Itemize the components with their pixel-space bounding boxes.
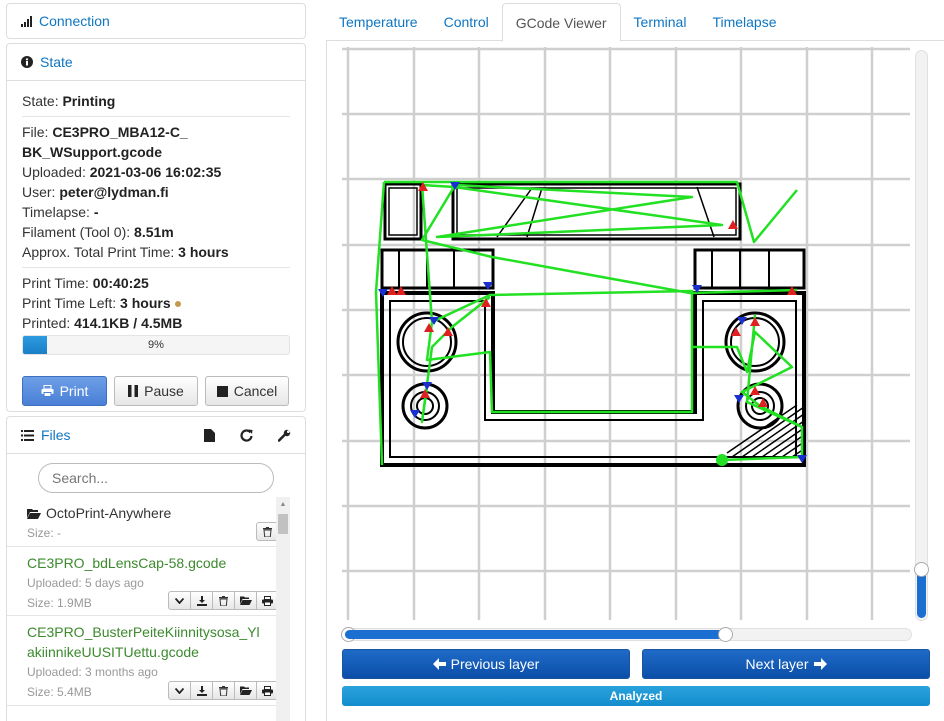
state-uploaded: Uploaded: 2021-03-06 16:02:35: [22, 164, 222, 180]
trash-icon: [219, 685, 228, 696]
file-name[interactable]: CE3PRO_bdLensCap-58.gcode: [27, 553, 279, 573]
download-icon: [196, 685, 207, 696]
printer-icon: [262, 685, 273, 696]
file-item[interactable]: CE3PRO_BusterPeiteKiinnitysosa_Ylakiinni…: [7, 616, 289, 706]
cancel-button[interactable]: Cancel: [205, 376, 289, 406]
file-uploaded: Uploaded: 5 days ago: [27, 576, 144, 590]
folder-open-icon: [239, 596, 252, 605]
tab-gcode-viewer[interactable]: GCode Viewer: [501, 3, 621, 42]
load-button[interactable]: [234, 681, 257, 700]
connection-panel: Connection: [6, 3, 306, 39]
printer-icon: [262, 595, 273, 606]
scroll-up-icon[interactable]: ▲: [276, 497, 290, 511]
command-slider-end-handle[interactable]: [718, 627, 733, 642]
state-user: User: peter@lydman.fi: [22, 184, 169, 200]
state-status: State: Printing: [22, 93, 116, 109]
state-filament: Filament (Tool 0): 8.51m: [22, 224, 174, 240]
next-layer-button[interactable]: Next layer: [642, 649, 930, 679]
folder-open-icon: [239, 686, 252, 695]
layer-slider[interactable]: [914, 50, 929, 621]
state-printed: Printed: 414.1KB / 4.5MB: [22, 315, 183, 331]
print-progress-bar: 9%: [22, 335, 290, 355]
file-list-scrollbar[interactable]: ▲: [276, 497, 290, 721]
expand-button[interactable]: [168, 681, 191, 700]
signal-icon: [21, 15, 32, 27]
wrench-icon[interactable]: [278, 429, 291, 442]
delete-button[interactable]: [212, 681, 235, 700]
arrow-right-icon: [813, 658, 827, 670]
state-title[interactable]: State: [40, 54, 73, 70]
file-item-folder[interactable]: OctoPrint-Anywhere Size: -: [7, 497, 289, 547]
state-print-time: Print Time: 00:40:25: [22, 275, 149, 291]
scroll-thumb[interactable]: [278, 514, 288, 534]
bed-grid: [342, 47, 910, 620]
download-button[interactable]: [190, 591, 213, 610]
load-button[interactable]: [234, 591, 257, 610]
analysis-status-bar: Analyzed: [342, 686, 930, 706]
tab-control[interactable]: Control: [431, 3, 502, 41]
state-panel: State State: Printing File: CE3PRO_MBA12…: [6, 43, 306, 412]
files-header: Files: [7, 417, 305, 454]
command-slider-fill: [345, 630, 727, 639]
tab-bar: Temperature Control GCode Viewer Termina…: [326, 3, 944, 42]
arrow-left-icon: [432, 658, 446, 670]
print-button[interactable]: Print: [22, 376, 107, 406]
folder-open-icon: [27, 508, 41, 519]
state-file: File: CE3PRO_MBA12-C_BK_WSupport.gcode: [22, 124, 188, 160]
list-icon: [21, 429, 34, 441]
layer-slider-handle[interactable]: [914, 562, 929, 577]
file-name[interactable]: CE3PRO_BusterPeiteKiinnitysosa_Ylakiinni…: [27, 622, 263, 662]
chevron-down-icon: [175, 687, 184, 694]
connection-title[interactable]: Connection: [39, 13, 110, 29]
file-list: OctoPrint-Anywhere Size: - CE3PRO_bdLens…: [7, 497, 289, 721]
connection-header[interactable]: Connection: [7, 4, 305, 38]
state-header[interactable]: State: [7, 44, 305, 81]
stop-icon: [216, 385, 228, 397]
files-title[interactable]: Files: [41, 427, 71, 443]
tab-timelapse[interactable]: Timelapse: [699, 3, 789, 41]
state-time-left: Print Time Left: 3 hours: [22, 293, 290, 313]
download-icon: [196, 595, 207, 606]
progress-text: 9%: [148, 339, 164, 351]
chevron-down-icon: [175, 597, 184, 604]
state-approx-time: Approx. Total Print Time: 3 hours: [22, 244, 229, 260]
current-position-marker: [716, 454, 728, 466]
delete-button[interactable]: [212, 591, 235, 610]
file-name[interactable]: OctoPrint-Anywhere: [27, 503, 279, 523]
new-file-icon[interactable]: [204, 428, 215, 442]
files-title-group[interactable]: Files: [21, 427, 71, 443]
previous-layer-button[interactable]: Previous layer: [342, 649, 630, 679]
download-button[interactable]: [190, 681, 213, 700]
file-uploaded: Uploaded: 3 months ago: [27, 665, 158, 679]
file-size: Size: -: [27, 526, 62, 540]
files-panel: Files OctoPrint-Anywhere Size: - CE3PRO_…: [6, 416, 306, 721]
expand-button[interactable]: [168, 591, 191, 610]
trash-icon: [263, 526, 272, 537]
estimate-dot-icon: [174, 301, 181, 307]
gcode-canvas[interactable]: [342, 47, 910, 620]
files-search-input[interactable]: [38, 463, 274, 493]
trash-icon: [219, 595, 228, 606]
refresh-icon[interactable]: [240, 429, 253, 442]
layer-command-slider[interactable]: [341, 627, 912, 642]
pause-button[interactable]: Pause: [114, 376, 198, 406]
pause-icon: [128, 385, 139, 397]
file-item[interactable]: CE3PRO_bdLensCap-58.gcode Uploaded: 5 da…: [7, 547, 289, 616]
state-timelapse: Timelapse: -: [22, 204, 99, 220]
info-icon: [21, 56, 33, 68]
printer-icon: [41, 385, 54, 397]
tab-temperature[interactable]: Temperature: [326, 3, 431, 41]
tab-terminal[interactable]: Terminal: [621, 3, 700, 41]
